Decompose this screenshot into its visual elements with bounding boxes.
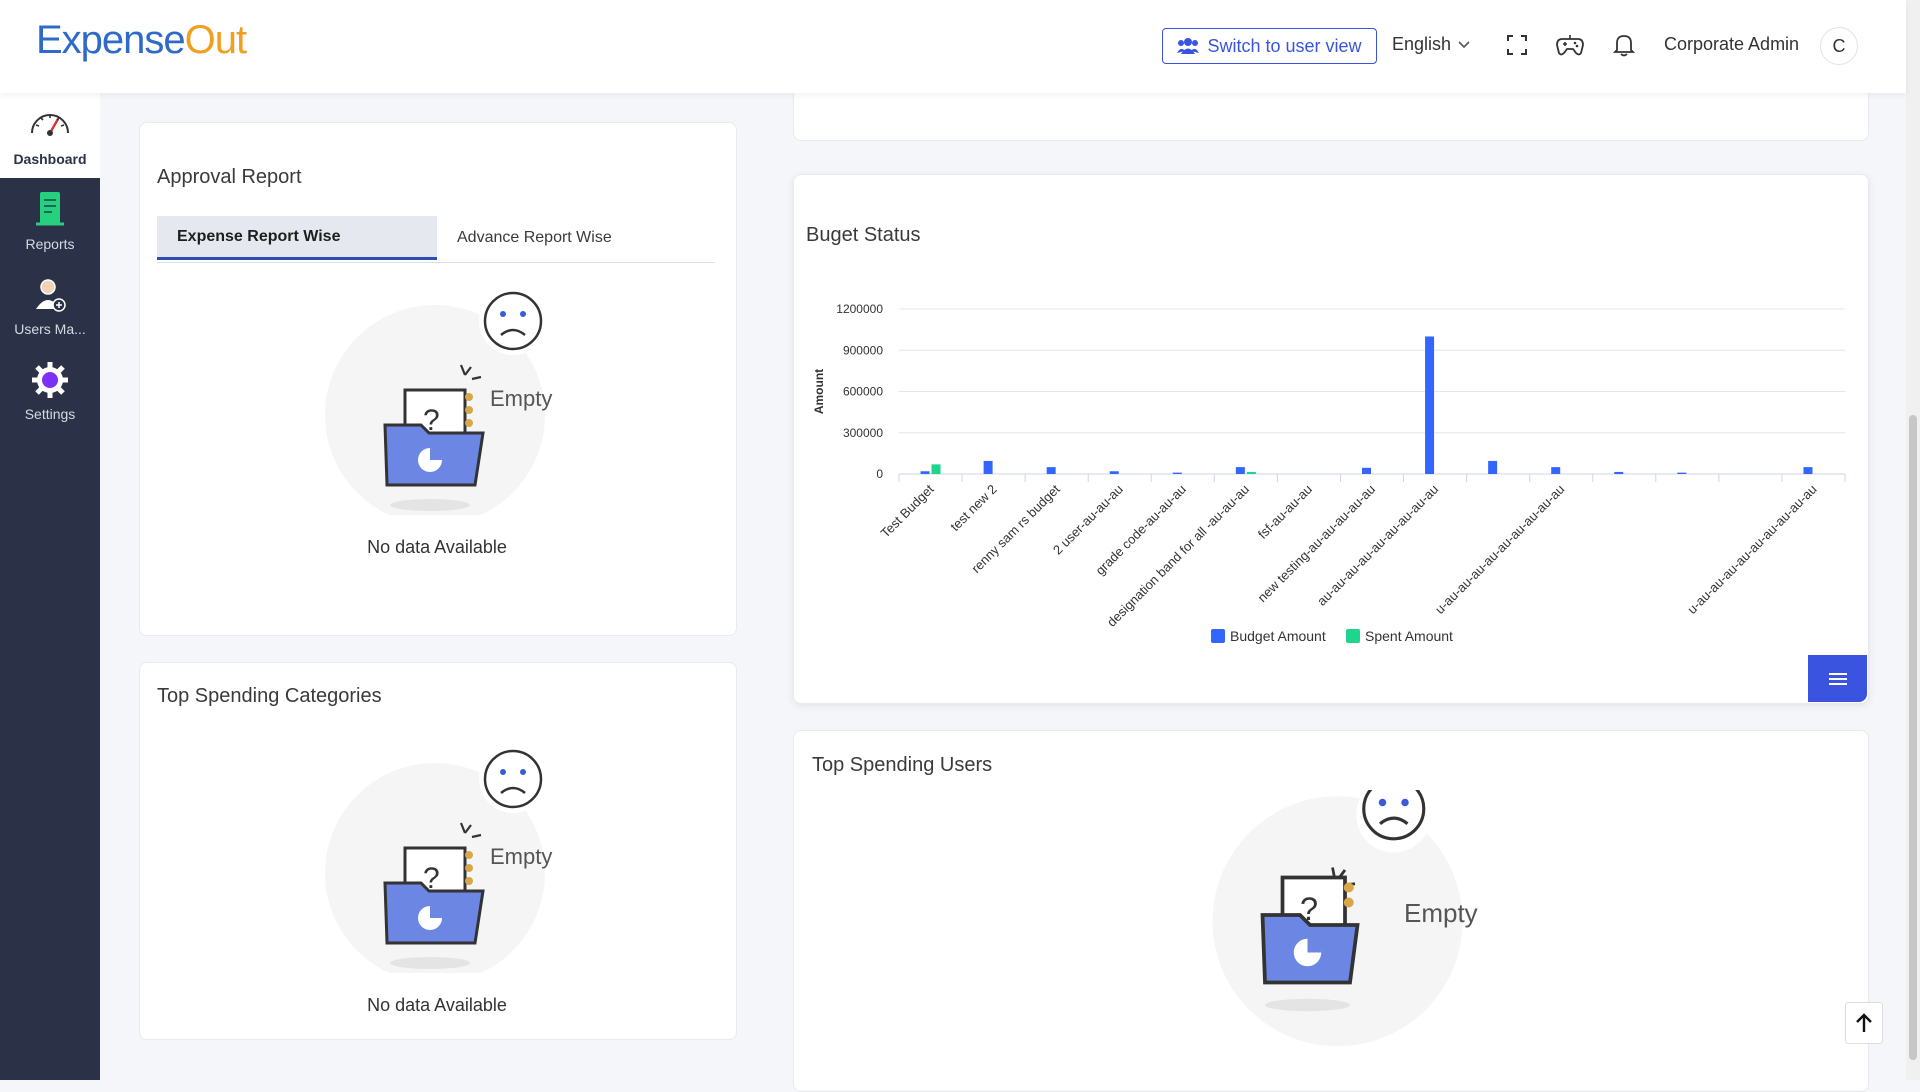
top-bar: ExpenseOut Switch to user view English C… <box>0 0 1906 93</box>
tab-expense-report-wise[interactable]: Expense Report Wise <box>157 216 437 260</box>
bar <box>1551 467 1561 474</box>
legend-swatch <box>1346 629 1360 643</box>
y-tick-label: 900000 <box>843 343 883 357</box>
top-spending-users-title: Top Spending Users <box>812 754 993 776</box>
x-tick-label: fsf-au-au-au <box>1255 482 1315 542</box>
budget-chart: 0 300000 600000 900000 1200000 Amount Test Bud… <box>812 302 1846 644</box>
speedometer-icon <box>31 114 69 136</box>
report-icon <box>36 192 64 226</box>
hamburger-icon <box>1828 672 1847 685</box>
legend-label: Budget Amount <box>1230 628 1326 644</box>
switch-to-user-view-button[interactable]: Switch to user view <box>1162 28 1377 64</box>
x-tick-label: Test Budget <box>878 481 937 540</box>
bar <box>983 460 993 474</box>
approval-report-title: Approval Report <box>157 166 302 188</box>
avatar[interactable]: C <box>1820 27 1858 65</box>
y-tick-label: 1200000 <box>836 302 883 316</box>
sidebar-item-reports[interactable]: Reports <box>0 178 100 263</box>
sidebar-item-users[interactable]: Users Ma... <box>0 263 100 348</box>
bar <box>1235 467 1245 474</box>
x-tick-label: test new 2 <box>947 482 1000 535</box>
tab-advance-report-wise[interactable]: Advance Report Wise <box>437 216 715 260</box>
legend-swatch <box>1211 629 1225 643</box>
y-axis-label: Amount <box>812 369 826 414</box>
scrollbar[interactable] <box>1906 0 1920 1080</box>
switch-label: Switch to user view <box>1207 35 1362 56</box>
bar <box>1803 467 1813 474</box>
sidebar-item-settings[interactable]: Settings <box>0 348 100 433</box>
sidebar: Dashboard Reports Users Ma... Settings <box>0 93 100 1080</box>
bar <box>1677 472 1687 474</box>
bar <box>1172 472 1182 474</box>
x-tick-label: au-au-au-au-au-au-au-au-au <box>1314 482 1441 609</box>
empty-text: Empty <box>1404 898 1478 928</box>
bar <box>1614 471 1624 474</box>
x-tick-label: u-au-au-au-au-au-au-au-au-au <box>1432 482 1567 617</box>
chevron-down-icon <box>1458 40 1470 48</box>
bar <box>1046 467 1056 474</box>
sidebar-item-label: Users Ma... <box>14 321 86 337</box>
x-tick-label: designation band for all -au-au-au <box>1104 482 1252 630</box>
sidebar-item-label: Settings <box>24 406 76 422</box>
users-icon <box>1177 38 1200 54</box>
x-tick-label: u-au-au-au-au-au-au-au-au-au <box>1684 482 1819 617</box>
language-select[interactable]: English <box>1392 34 1471 55</box>
bar <box>1488 460 1498 474</box>
x-tick-label: new testing-au-au-au-au-au <box>1255 482 1379 606</box>
gear-icon <box>32 362 68 398</box>
bar <box>1246 471 1256 474</box>
no-data-label: No data Available <box>367 537 507 557</box>
approval-tabs: Expense Report Wise Advance Report Wise <box>157 216 715 263</box>
bell-icon[interactable] <box>1609 30 1639 60</box>
bar <box>931 464 941 474</box>
bar <box>1109 471 1119 474</box>
scrollbar-thumb[interactable] <box>1909 415 1917 1060</box>
top-spending-categories-title: Top Spending Categories <box>157 685 382 707</box>
gamepad-icon[interactable] <box>1555 30 1585 60</box>
empty-text: Empty <box>490 386 553 411</box>
legend-label: Spent Amount <box>1365 628 1453 644</box>
language-label: English <box>1392 34 1452 54</box>
sidebar-item-dashboard[interactable]: Dashboard <box>0 93 100 178</box>
arrow-up-icon <box>1856 1013 1872 1032</box>
user-name[interactable]: Corporate Admin <box>1664 34 1799 55</box>
fullscreen-icon[interactable] <box>1502 30 1532 60</box>
no-data-label: No data Available <box>367 995 507 1015</box>
empty-text: Empty <box>490 844 553 869</box>
chart-menu-button[interactable] <box>1808 655 1867 702</box>
scroll-to-top-button[interactable] <box>1845 1002 1883 1044</box>
sidebar-item-label: Reports <box>25 236 75 252</box>
bar <box>920 471 930 474</box>
user-add-icon <box>36 279 66 312</box>
bar <box>1425 336 1435 474</box>
y-tick-label: 0 <box>876 467 883 481</box>
y-tick-label: 300000 <box>843 426 883 440</box>
sidebar-item-label: Dashboard <box>13 151 87 167</box>
bar <box>1362 467 1371 474</box>
y-tick-label: 600000 <box>843 385 883 399</box>
app-logo[interactable]: ExpenseOut <box>36 18 247 63</box>
